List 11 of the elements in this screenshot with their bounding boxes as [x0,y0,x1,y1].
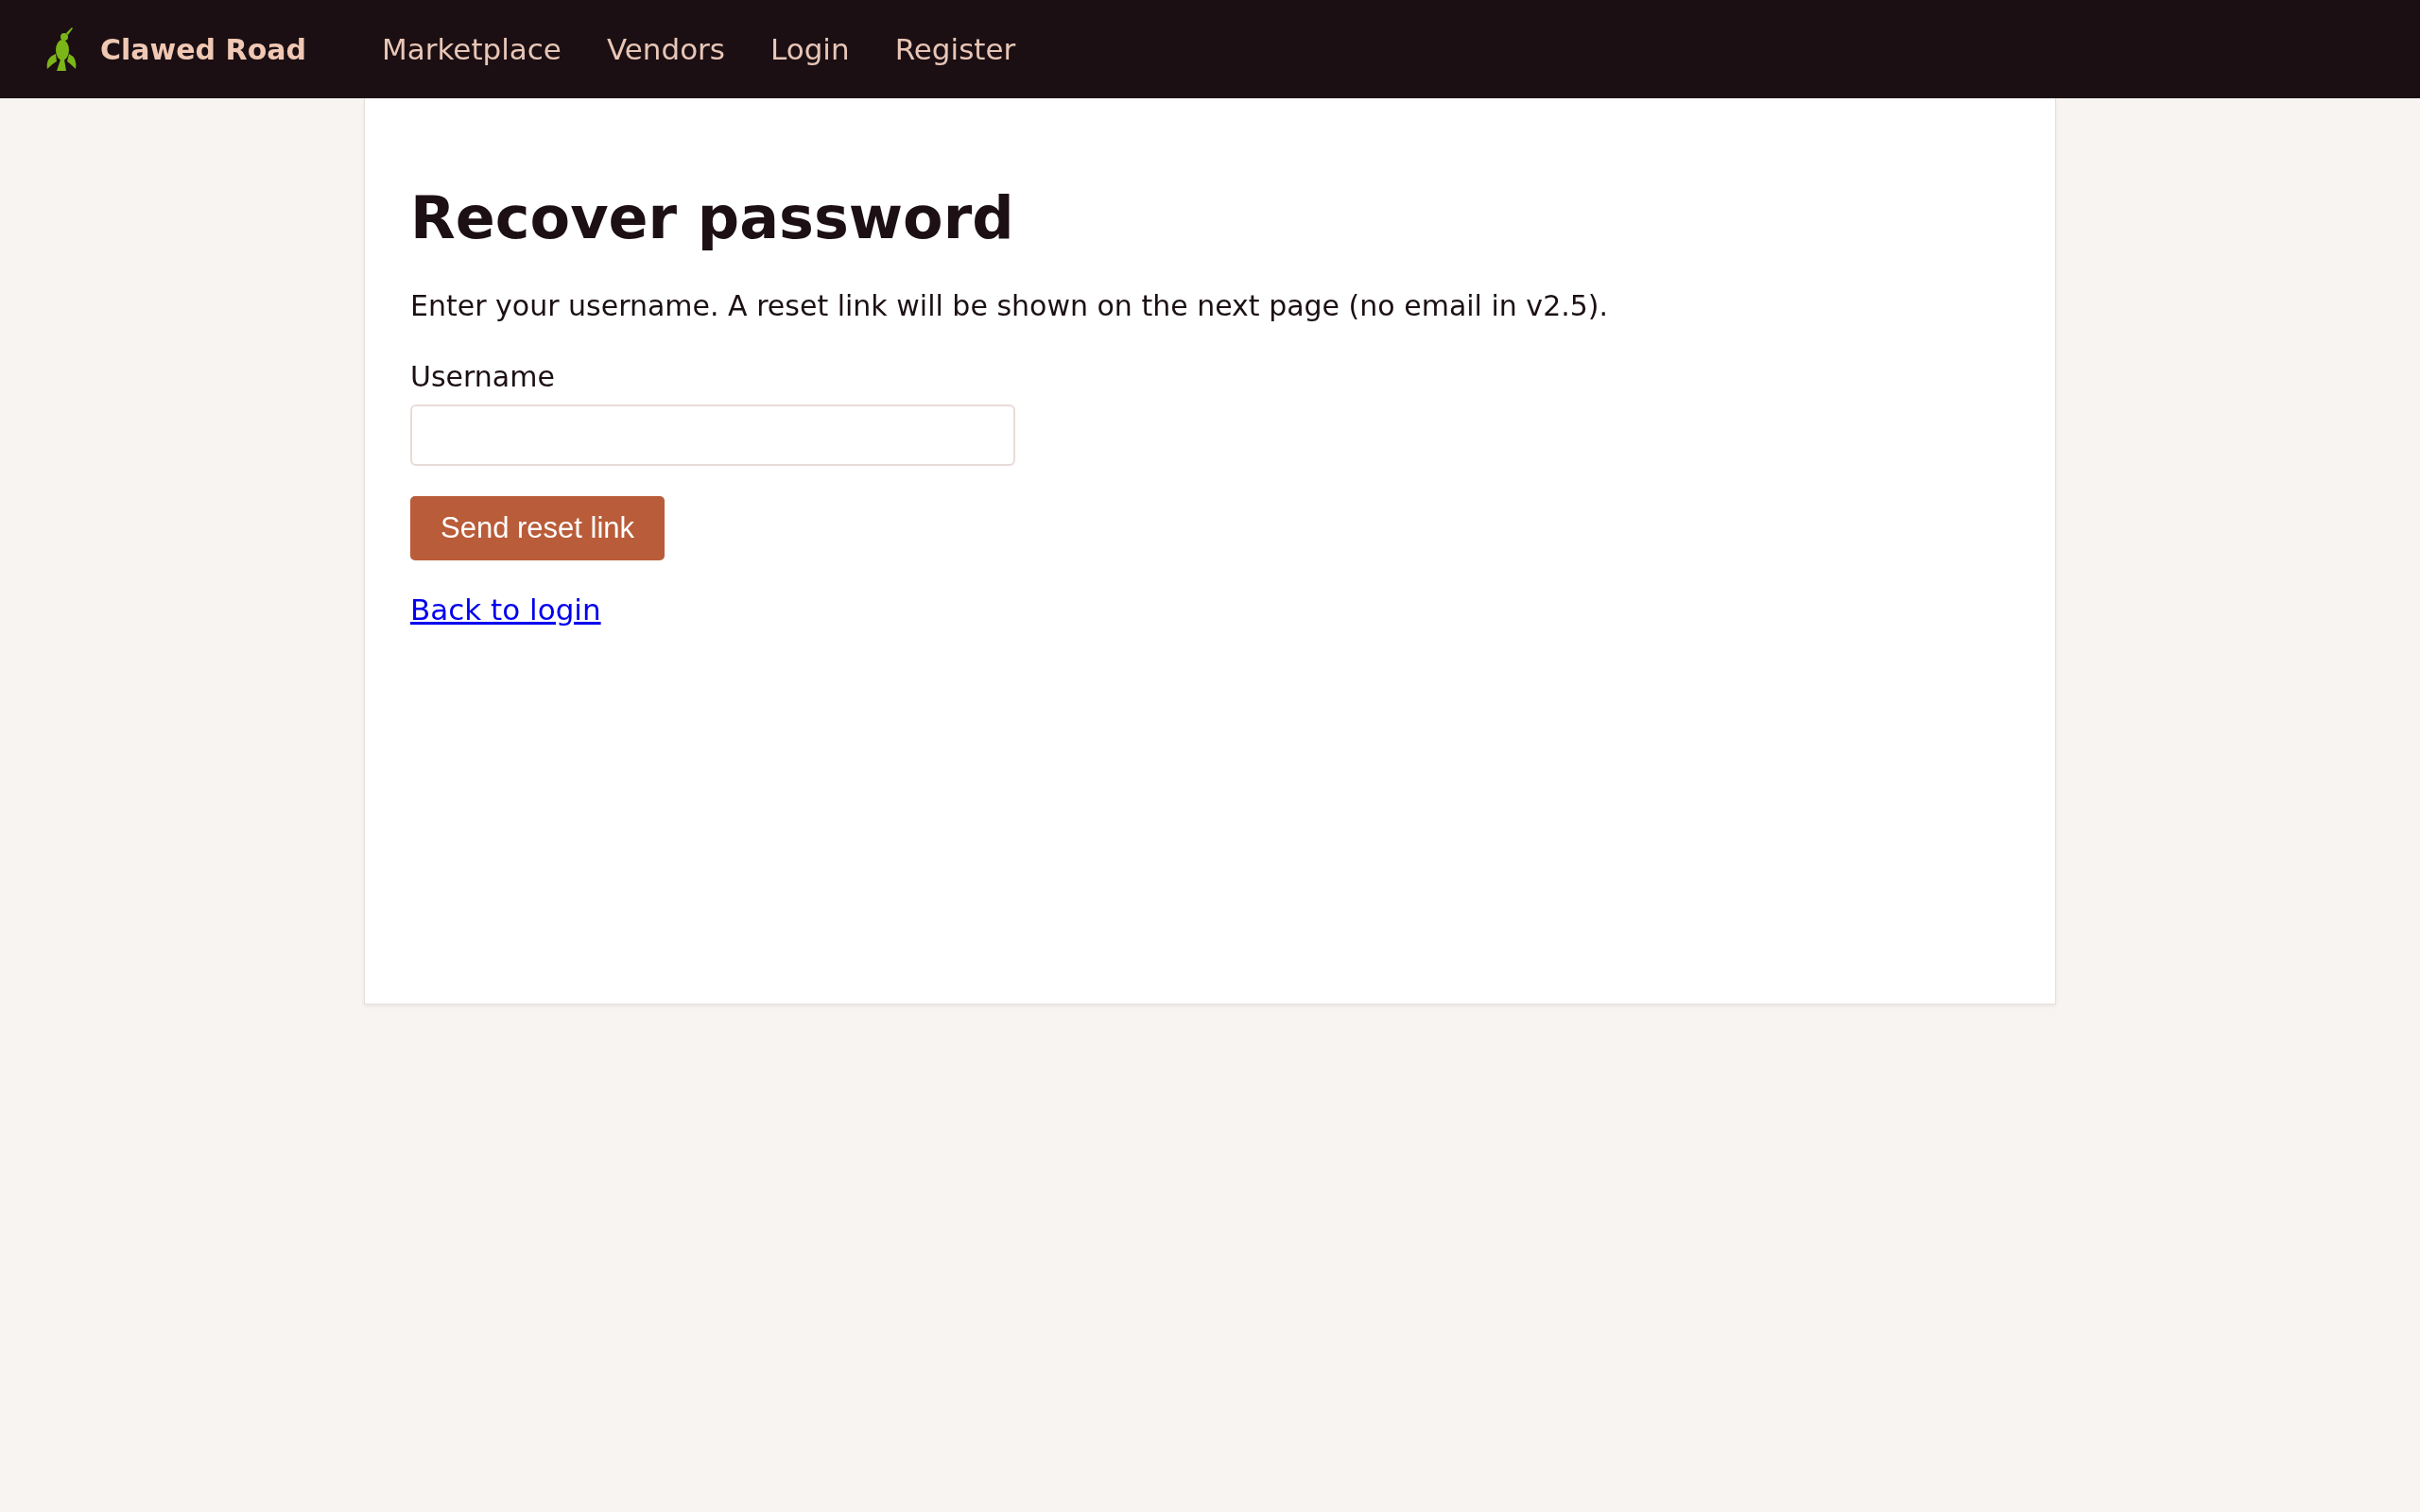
nav-link[interactable]: Marketplace [381,32,562,66]
nav-link[interactable]: Vendors [606,32,725,66]
nav-link[interactable]: Register [894,32,1016,66]
field-label: Username [410,360,555,394]
back-to-login-link[interactable]: Back to login [410,593,601,627]
page-title: Recover password [410,183,1014,254]
send-reset-link-button[interactable]: Send reset link [410,496,666,561]
brand-name[interactable]: Clawed Road [100,32,306,66]
nav-link[interactable]: Login [770,32,850,66]
instructions-text: Enter your username. A reset link will be shown on the next page (no email in v2.5). [410,289,1609,323]
username-field[interactable] [410,404,1015,467]
